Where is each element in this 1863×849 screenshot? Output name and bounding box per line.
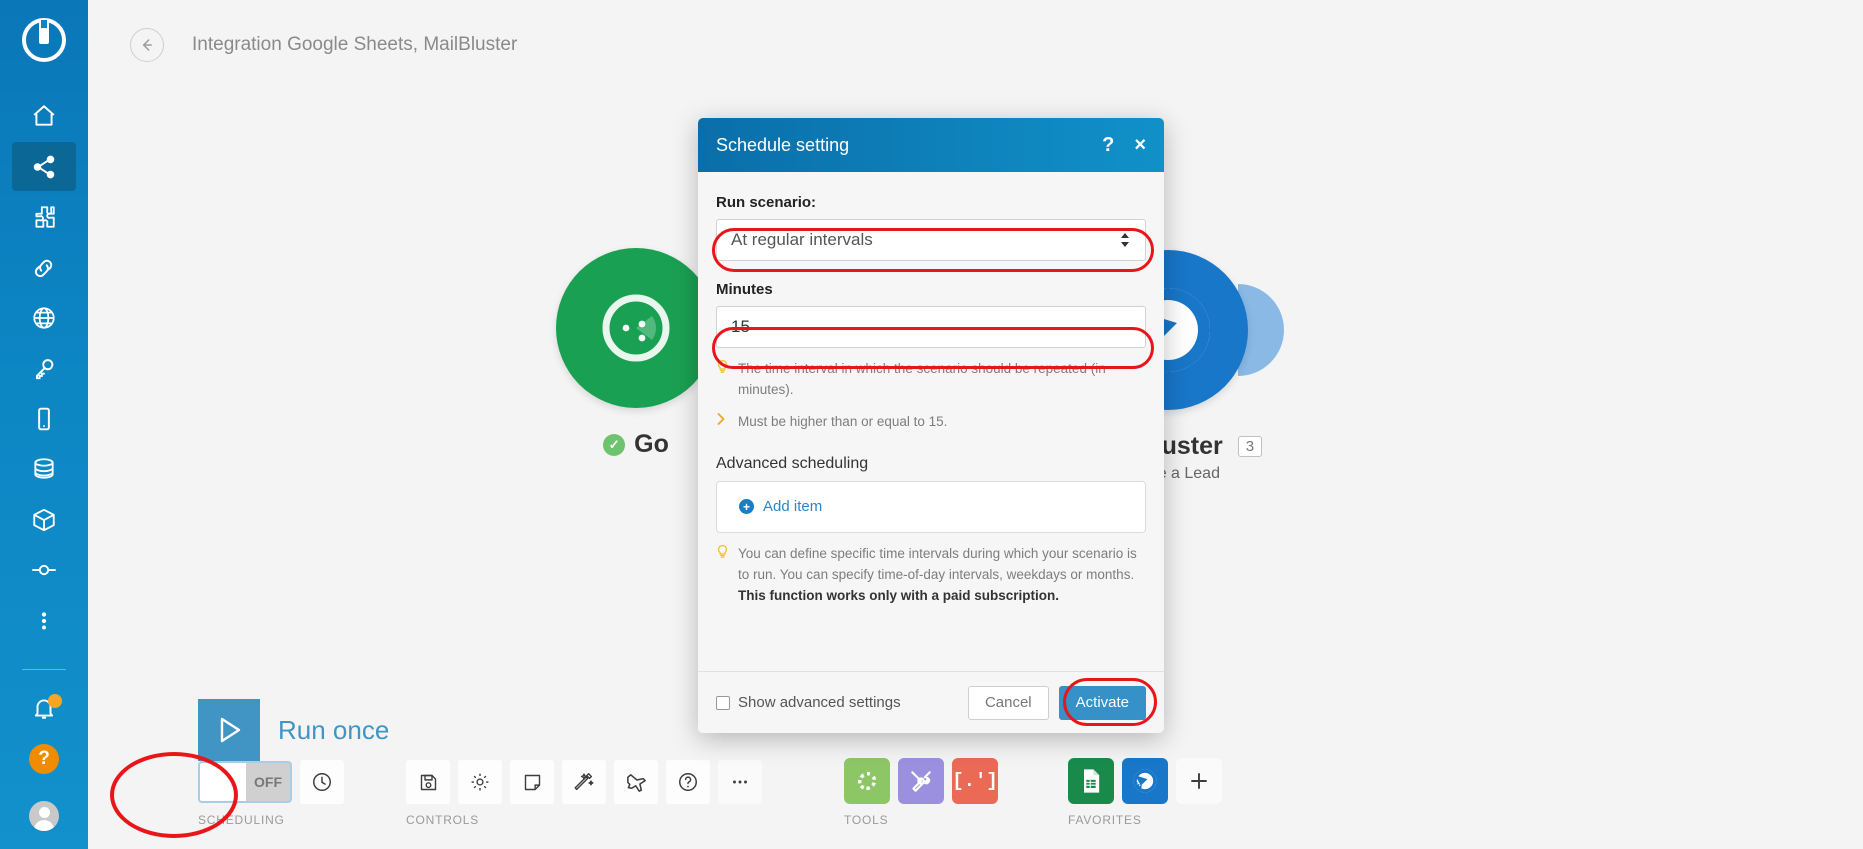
plus-circle-icon: + <box>739 499 754 515</box>
tools-regex-button[interactable]: [.'] <box>952 758 998 804</box>
chevron-right-icon <box>716 412 730 430</box>
dialog-header: Schedule setting ? × <box>698 118 1164 172</box>
favorites-group: FAVORITES <box>1068 758 1222 827</box>
run-once-label: Run once <box>278 714 390 745</box>
page-title: Integration Google Sheets, MailBluster <box>192 34 518 55</box>
integromat-logo-icon[interactable] <box>18 14 70 65</box>
minutes-hint-text: The time interval in which the scenario … <box>738 361 1106 397</box>
minutes-label: Minutes <box>716 281 773 298</box>
sidebar-item-scenarios[interactable] <box>12 141 76 192</box>
show-advanced-settings-checkbox[interactable]: Show advanced settings <box>716 694 958 711</box>
sidebar-item-account[interactable] <box>12 792 76 841</box>
checkbox-box[interactable] <box>716 695 730 710</box>
add-item-button[interactable]: + Add item <box>716 480 1146 533</box>
sidebar-divider <box>22 668 66 670</box>
favorites-caption: FAVORITES <box>1068 813 1142 827</box>
dialog-footer: Show advanced settings Cancel Activate <box>698 671 1164 733</box>
run-once-button[interactable]: Run once <box>198 699 389 761</box>
tools-utils-button[interactable] <box>898 758 944 804</box>
minimum-hint-text: Must be higher than or equal to 15. <box>738 413 948 429</box>
sidebar-item-webhooks[interactable] <box>12 293 76 342</box>
scheduling-history-button[interactable] <box>300 760 344 804</box>
advanced-hint: You can define specific time intervals d… <box>716 544 1146 607</box>
tools-caption: TOOLS <box>844 813 889 827</box>
help-circle-icon: ? <box>29 743 59 774</box>
advanced-hint-text: You can define specific time intervals d… <box>738 544 1146 607</box>
scheduling-caption: SCHEDULING <box>198 813 285 827</box>
auto-align-button[interactable] <box>562 760 606 804</box>
module-index-badge: 3 <box>1237 436 1263 457</box>
sidebar-item-connections[interactable] <box>12 243 76 292</box>
show-advanced-settings-label: Show advanced settings <box>738 694 901 711</box>
toggle-knob <box>200 763 246 801</box>
sidebar-item-notifications[interactable] <box>12 684 76 733</box>
check-circle-icon: ✓ <box>603 433 626 456</box>
toggle-state-label: OFF <box>254 774 282 790</box>
sidebar-item-keys[interactable] <box>12 344 76 393</box>
controls-caption: CONTROLS <box>406 813 480 827</box>
lightbulb-icon <box>716 544 730 563</box>
run-scenario-select[interactable] <box>716 219 1146 261</box>
cancel-button[interactable]: Cancel <box>967 685 1049 720</box>
run-scenario-label: Run scenario: <box>716 194 817 211</box>
close-x-icon[interactable]: × <box>1134 134 1146 157</box>
user-avatar-icon <box>29 801 59 832</box>
question-mark-icon[interactable]: ? <box>1102 134 1114 157</box>
save-button[interactable] <box>406 760 450 804</box>
top-bar: Integration Google Sheets, MailBluster <box>88 0 1863 90</box>
favorite-google-sheets-button[interactable] <box>1068 758 1114 804</box>
play-icon <box>198 699 260 761</box>
explorer-button[interactable] <box>614 760 658 804</box>
sidebar-item-connectors[interactable] <box>12 546 76 595</box>
dialog-body: Run scenario: Minutes The time interval … <box>698 172 1164 671</box>
minutes-hint: The time interval in which the scenario … <box>716 359 1146 401</box>
notes-button[interactable] <box>510 760 554 804</box>
sidebar-item-more[interactable] <box>12 596 76 645</box>
app-root: ? Integration Google Sheets, MailBluster <box>0 0 1863 849</box>
sidebar-item-home[interactable] <box>12 91 76 140</box>
module-label: ✓ Go <box>556 430 716 459</box>
lightbulb-icon <box>716 359 730 378</box>
advanced-hint-part1: You can define specific time intervals d… <box>738 545 1137 582</box>
sidebar-item-apps[interactable] <box>12 495 76 544</box>
module-google-sheets[interactable]: ✓ Go <box>556 248 716 463</box>
controls-group: CONTROLS <box>406 760 762 827</box>
scheduling-group: OFF SCHEDULING <box>198 760 344 827</box>
favorite-mailbluster-button[interactable] <box>1122 758 1168 804</box>
advanced-scheduling-label: Advanced scheduling <box>716 454 869 472</box>
activate-button[interactable]: Activate <box>1058 685 1146 720</box>
more-controls-button[interactable] <box>718 760 762 804</box>
tools-group: [.'] TOOLS <box>844 758 998 827</box>
google-sheets-icon[interactable] <box>556 248 716 408</box>
advanced-hint-part2: This function works only with a paid sub… <box>738 587 1060 603</box>
settings-button[interactable] <box>458 760 502 804</box>
arrow-left-circle-icon[interactable] <box>130 28 164 62</box>
notification-badge <box>48 693 62 708</box>
minutes-input[interactable] <box>716 306 1146 348</box>
run-scenario-select-wrap <box>716 219 1146 261</box>
sidebar-item-templates[interactable] <box>12 192 76 241</box>
sidebar-item-data-stores[interactable] <box>12 445 76 494</box>
sidebar-item-help[interactable]: ? <box>12 734 76 783</box>
add-item-label: Add item <box>763 498 823 516</box>
add-favorite-button[interactable] <box>1176 758 1222 804</box>
left-sidebar: ? <box>0 0 88 849</box>
scheduling-toggle[interactable]: OFF <box>198 761 292 803</box>
help-button[interactable] <box>666 760 710 804</box>
sidebar-item-devices[interactable] <box>12 394 76 443</box>
minimum-hint: Must be higher than or equal to 15. <box>716 412 1146 433</box>
dialog-title: Schedule setting <box>716 134 850 155</box>
schedule-setting-dialog: Schedule setting ? × Run scenario: Minut… <box>698 118 1164 733</box>
tools-flow-button[interactable] <box>844 758 890 804</box>
